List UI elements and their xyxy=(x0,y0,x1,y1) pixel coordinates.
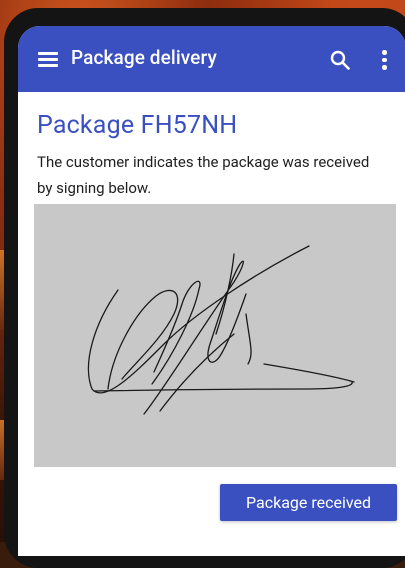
signature-pad[interactable] xyxy=(34,204,396,467)
app-bar: Package delivery xyxy=(18,26,405,92)
content-area: Package FH57NH The customer indicates th… xyxy=(18,92,405,556)
phone-frame: Package delivery Package FH57NH The cust… xyxy=(4,8,405,568)
menu-icon[interactable] xyxy=(38,52,58,67)
app-screen: Package delivery Package FH57NH The cust… xyxy=(18,26,405,556)
signature-drawing xyxy=(87,245,355,415)
package-received-button[interactable]: Package received xyxy=(220,484,397,521)
app-title: Package delivery xyxy=(71,46,217,69)
package-description: The customer indicates the package was r… xyxy=(37,153,370,197)
package-title: Package FH57NH xyxy=(37,111,238,140)
search-icon[interactable] xyxy=(330,50,350,70)
more-vert-icon[interactable] xyxy=(382,50,388,70)
